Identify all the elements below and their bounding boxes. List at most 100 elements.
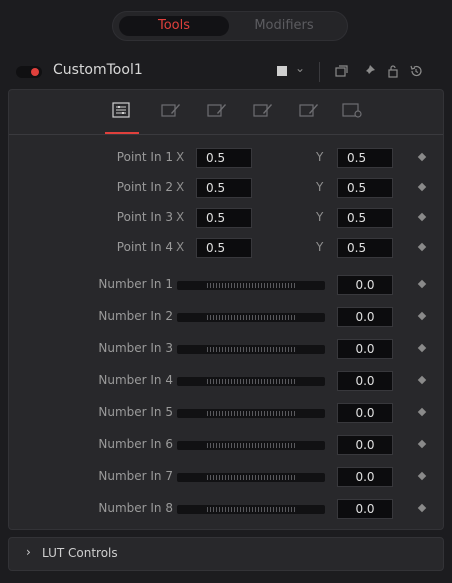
number-row: Number In 8 0.0 xyxy=(9,498,443,520)
slider-ticks xyxy=(207,475,295,480)
number-label: Number In 7 xyxy=(98,469,173,483)
x-label: X xyxy=(176,210,185,224)
tab-modifiers[interactable]: Modifiers xyxy=(229,16,339,36)
number-row: Number In 6 0.0 xyxy=(9,434,443,456)
number-label: Number In 4 xyxy=(98,373,173,387)
point-label: Point In 4 xyxy=(116,240,173,254)
number-row: Number In 1 0.0 xyxy=(9,274,443,296)
keyframe-icon[interactable] xyxy=(417,375,427,385)
keyframe-icon[interactable] xyxy=(417,182,427,192)
panel-tab-bar xyxy=(9,90,443,134)
lut-controls-section[interactable]: › LUT Controls xyxy=(8,537,444,571)
keyframe-icon[interactable] xyxy=(417,471,427,481)
point-x-input[interactable]: 0.5 xyxy=(196,148,252,168)
number-slider[interactable] xyxy=(177,441,325,450)
tools-modifiers-switch: Tools Modifiers xyxy=(112,11,348,41)
edit-icon[interactable] xyxy=(206,100,228,122)
panel-divider xyxy=(9,134,443,135)
settings-icon[interactable] xyxy=(342,100,364,122)
number-input[interactable]: 0.0 xyxy=(337,499,393,519)
keyframe-icon[interactable] xyxy=(417,503,427,513)
point-row: Point In 1 X 0.5 Y 0.5 xyxy=(9,147,443,169)
lock-icon[interactable] xyxy=(384,62,402,80)
point-x-input[interactable]: 0.5 xyxy=(196,178,252,198)
number-slider[interactable] xyxy=(177,281,325,290)
number-input[interactable]: 0.0 xyxy=(337,275,393,295)
point-y-input[interactable]: 0.5 xyxy=(337,238,393,258)
controls-panel: Point In 1 X 0.5 Y 0.5 Point In 2 X 0.5 … xyxy=(8,89,444,530)
point-x-input[interactable]: 0.5 xyxy=(196,238,252,258)
point-y-input[interactable]: 0.5 xyxy=(337,148,393,168)
number-input[interactable]: 0.0 xyxy=(337,403,393,423)
point-y-input[interactable]: 0.5 xyxy=(337,178,393,198)
chevron-down-icon[interactable]: ⌄ xyxy=(295,61,305,75)
x-label: X xyxy=(176,240,185,254)
number-input[interactable]: 0.0 xyxy=(337,435,393,455)
number-slider[interactable] xyxy=(177,505,325,514)
pin-icon[interactable] xyxy=(360,62,378,80)
number-label: Number In 5 xyxy=(98,405,173,419)
keyframe-icon[interactable] xyxy=(417,242,427,252)
slider-ticks xyxy=(207,283,295,288)
point-x-input[interactable]: 0.5 xyxy=(196,208,252,228)
number-row: Number In 5 0.0 xyxy=(9,402,443,424)
point-label: Point In 2 xyxy=(116,180,173,194)
header-divider xyxy=(319,62,320,82)
slider-ticks xyxy=(207,411,295,416)
keyframe-icon[interactable] xyxy=(417,407,427,417)
y-label: Y xyxy=(316,210,324,224)
tool-name[interactable]: CustomTool1 xyxy=(53,62,143,78)
copy-icon[interactable] xyxy=(333,62,351,80)
number-slider[interactable] xyxy=(177,409,325,418)
number-label: Number In 3 xyxy=(98,341,173,355)
number-label: Number In 6 xyxy=(98,437,173,451)
x-label: X xyxy=(176,180,185,194)
number-slider[interactable] xyxy=(177,313,325,322)
controls-icon[interactable] xyxy=(110,100,132,122)
edit-icon[interactable] xyxy=(252,100,274,122)
slider-ticks xyxy=(207,379,295,384)
number-input[interactable]: 0.0 xyxy=(337,307,393,327)
number-row: Number In 4 0.0 xyxy=(9,370,443,392)
number-label: Number In 1 xyxy=(98,277,173,291)
keyframe-icon[interactable] xyxy=(417,279,427,289)
y-label: Y xyxy=(316,150,324,164)
number-slider[interactable] xyxy=(177,345,325,354)
slider-ticks xyxy=(207,315,295,320)
toggle-dot-icon xyxy=(31,68,39,76)
tool-enable-toggle[interactable] xyxy=(16,66,42,78)
slider-ticks xyxy=(207,347,295,352)
number-label: Number In 2 xyxy=(98,309,173,323)
y-label: Y xyxy=(316,180,324,194)
y-label: Y xyxy=(316,240,324,254)
edit-icon[interactable] xyxy=(298,100,320,122)
slider-ticks xyxy=(207,443,295,448)
number-input[interactable]: 0.0 xyxy=(337,371,393,391)
edit-icon[interactable] xyxy=(160,100,182,122)
number-row: Number In 7 0.0 xyxy=(9,466,443,488)
point-row: Point In 3 X 0.5 Y 0.5 xyxy=(9,207,443,229)
number-label: Number In 8 xyxy=(98,501,173,515)
reset-icon[interactable] xyxy=(407,62,425,80)
number-input[interactable]: 0.0 xyxy=(337,467,393,487)
number-row: Number In 2 0.0 xyxy=(9,306,443,328)
keyframe-icon[interactable] xyxy=(417,439,427,449)
tab-tools[interactable]: Tools xyxy=(119,16,229,36)
keyframe-icon[interactable] xyxy=(417,311,427,321)
number-slider[interactable] xyxy=(177,473,325,482)
keyframe-icon[interactable] xyxy=(417,212,427,222)
point-row: Point In 4 X 0.5 Y 0.5 xyxy=(9,237,443,259)
color-swatch-icon[interactable] xyxy=(277,66,287,76)
chevron-right-icon[interactable]: › xyxy=(26,545,31,559)
lut-controls-label[interactable]: LUT Controls xyxy=(42,546,118,560)
number-input[interactable]: 0.0 xyxy=(337,339,393,359)
number-slider[interactable] xyxy=(177,377,325,386)
keyframe-icon[interactable] xyxy=(417,152,427,162)
tool-header: CustomTool1 ⌄ xyxy=(0,56,452,88)
point-label: Point In 3 xyxy=(116,210,173,224)
number-row: Number In 3 0.0 xyxy=(9,338,443,360)
keyframe-icon[interactable] xyxy=(417,343,427,353)
slider-ticks xyxy=(207,507,295,512)
point-label: Point In 1 xyxy=(116,150,173,164)
point-y-input[interactable]: 0.5 xyxy=(337,208,393,228)
